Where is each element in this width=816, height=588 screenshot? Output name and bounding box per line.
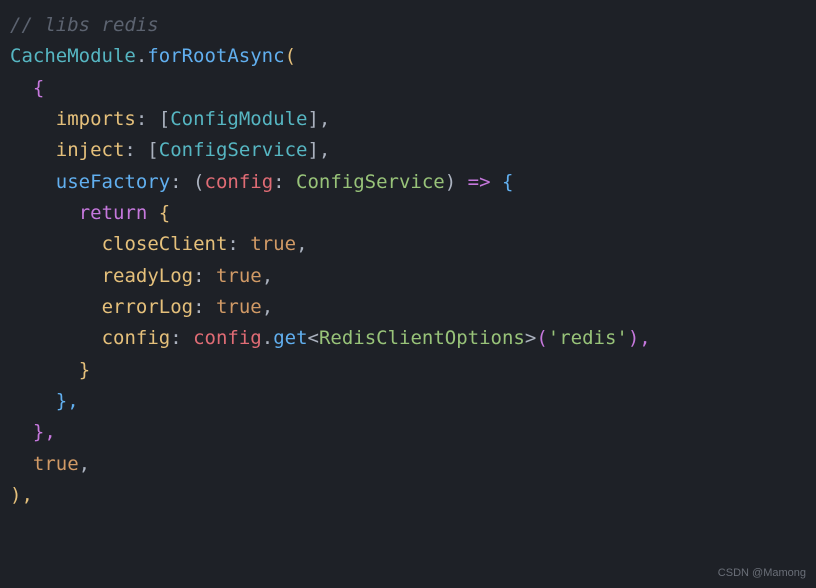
prop-errorlog: errorLog: [102, 296, 194, 318]
prop-imports: imports: [56, 108, 136, 130]
method-name: forRootAsync: [147, 45, 284, 67]
code-block: // libs redis CacheModule.forRootAsync( …: [10, 10, 806, 512]
prop-usefactory: useFactory: [56, 171, 170, 193]
class-name: CacheModule: [10, 45, 136, 67]
keyword-return: return: [79, 202, 148, 224]
watermark: CSDN @Mamong: [718, 564, 806, 582]
comment-line: // libs redis: [10, 14, 159, 36]
prop-config: config: [102, 327, 171, 349]
prop-closeclient: closeClient: [102, 233, 228, 255]
prop-inject: inject: [56, 139, 125, 161]
prop-readylog: readyLog: [102, 265, 194, 287]
